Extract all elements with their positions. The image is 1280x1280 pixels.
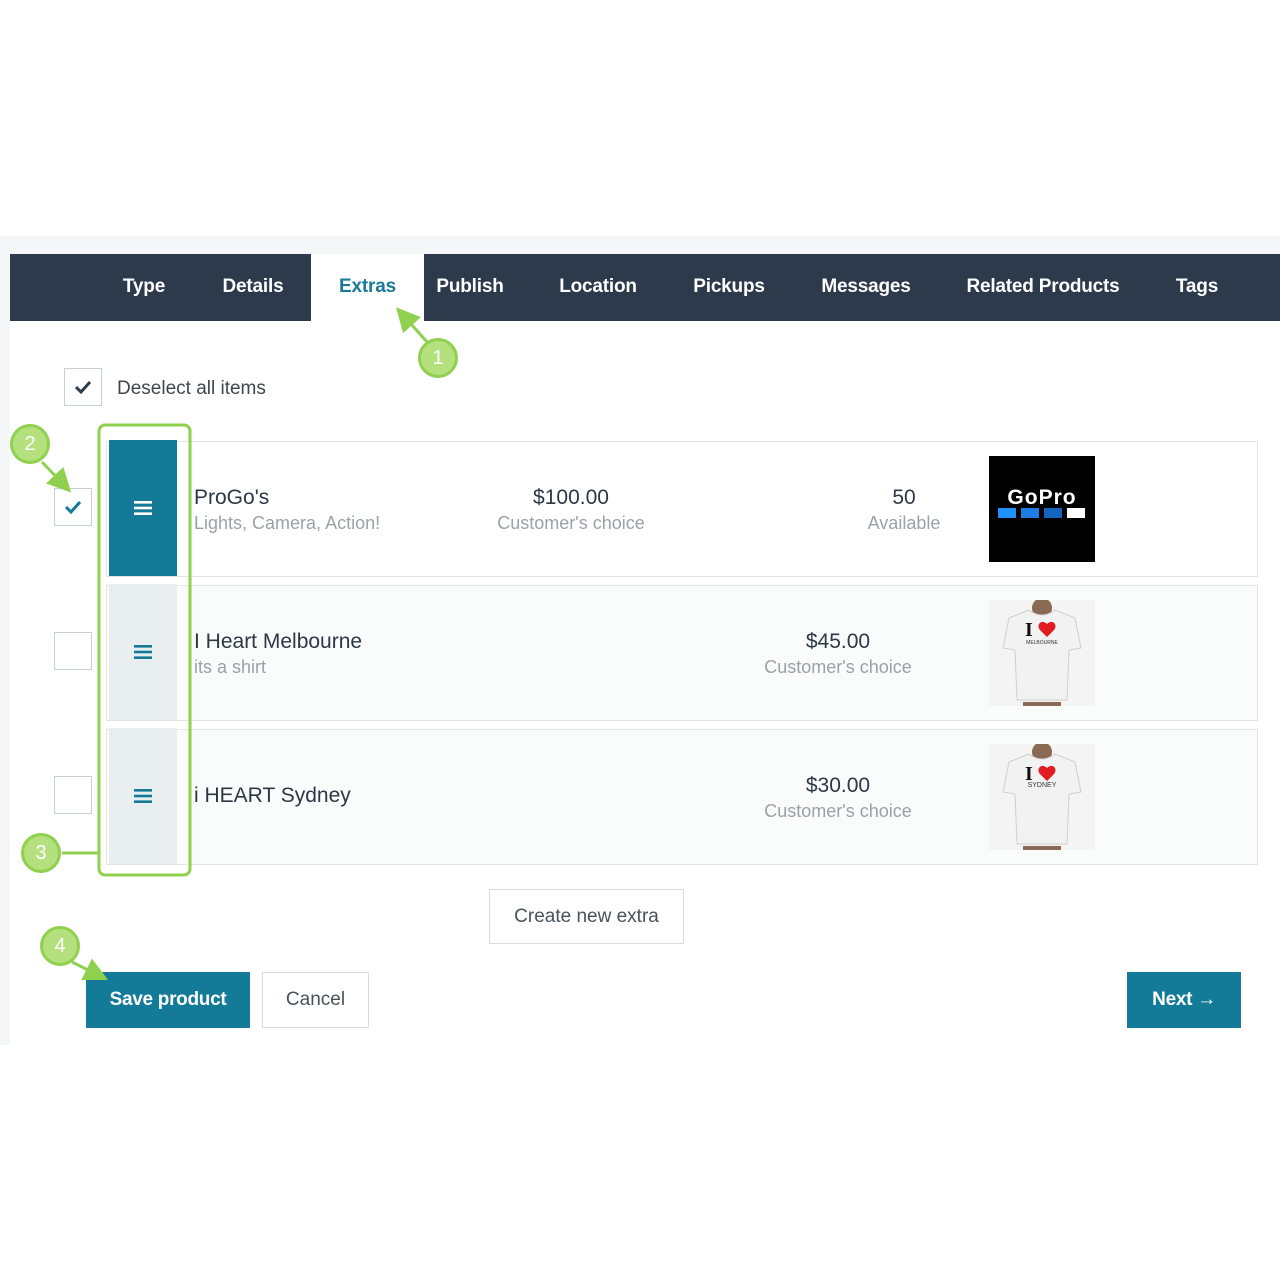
callout-badge: 2 <box>10 424 50 464</box>
callout-badge: 4 <box>40 926 80 966</box>
callout-badge: 3 <box>21 833 61 873</box>
annotation-overlay <box>40 307 430 981</box>
callout-arrow <box>71 958 109 981</box>
callout-badge: 1 <box>418 338 458 378</box>
callout-arrow <box>40 460 72 493</box>
highlight-box <box>97 423 192 877</box>
callout-arrow <box>395 307 430 345</box>
